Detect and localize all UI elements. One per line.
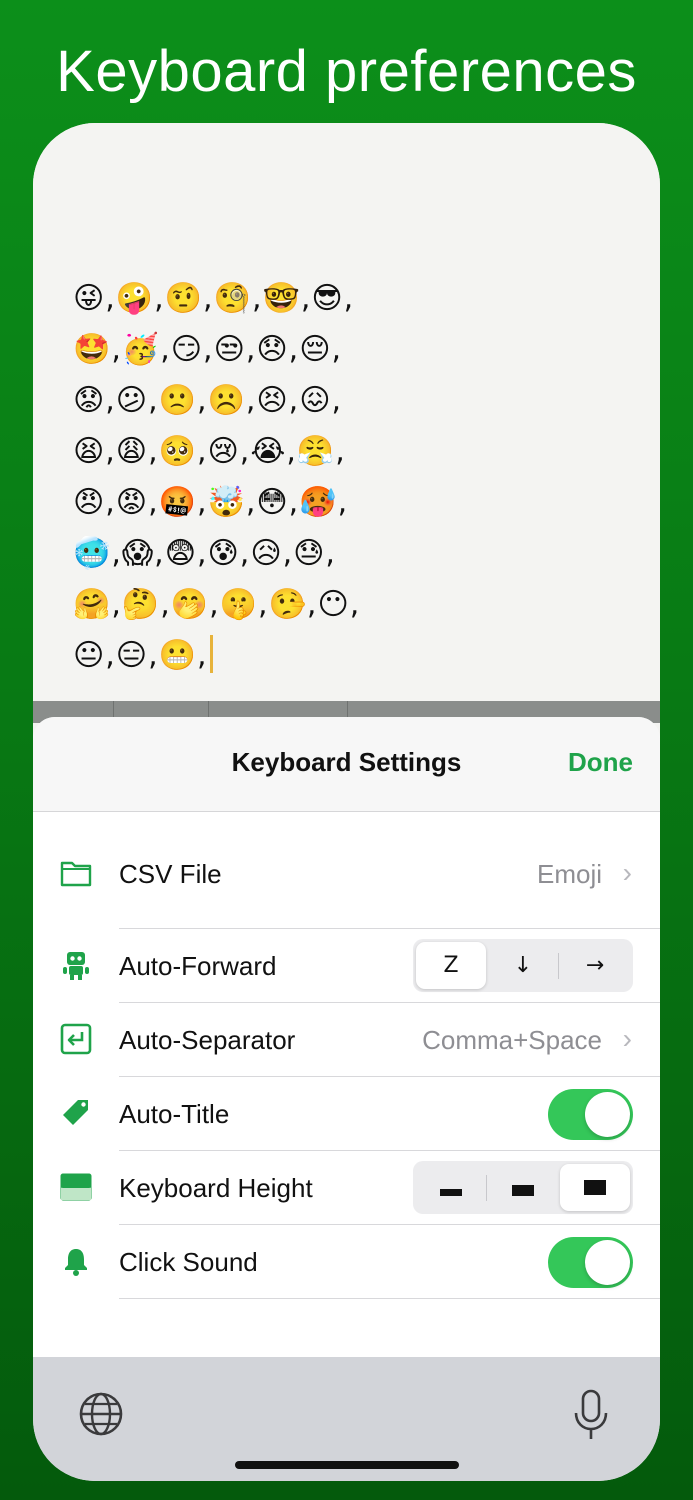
keyboard-height-small-option[interactable]: [416, 1164, 486, 1211]
emoji-text-content[interactable]: 😜,🤪,🤨,🧐,🤓,😎, 🤩,🥳,😏,😒,😞,😔, 😟,😕,🙁,☹️,😣,😖, …: [73, 273, 453, 681]
sheet-header: Keyboard Settings Done: [33, 717, 660, 812]
folder-icon: [60, 857, 92, 889]
auto-forward-option-z[interactable]: Z: [416, 942, 486, 989]
auto-title-toggle[interactable]: [548, 1089, 633, 1140]
auto-title-row: Auto-Title: [33, 1077, 660, 1150]
segment-divider: [558, 953, 559, 979]
auto-forward-label: Auto-Forward: [119, 951, 277, 981]
large-height-glyph: [584, 1180, 606, 1195]
csv-file-row[interactable]: CSV File Emoji ›: [33, 837, 660, 910]
click-sound-row: Click Sound: [33, 1225, 660, 1298]
sheet-title: Keyboard Settings: [231, 747, 462, 777]
auto-forward-option-down[interactable]: ↓: [488, 942, 558, 989]
keyboard-bottom-bar: [33, 1357, 660, 1481]
emoji-line: 🤗,🤔,🤭,🤫,🤥,😶,: [73, 587, 361, 622]
csv-file-label: CSV File: [119, 859, 222, 889]
toggle-knob: [585, 1092, 630, 1137]
segment-divider: [486, 1175, 487, 1201]
keyboard-height-segmented-control[interactable]: [413, 1161, 633, 1214]
csv-file-value: Emoji: [536, 859, 602, 889]
auto-separator-row[interactable]: Auto-Separator Comma+Space ›: [33, 1003, 660, 1076]
return-icon: [60, 1023, 92, 1055]
toggle-knob: [585, 1240, 630, 1285]
keyboard-height-label: Keyboard Height: [119, 1173, 313, 1203]
microphone-icon[interactable]: [573, 1389, 609, 1441]
text-cursor: [209, 635, 213, 673]
text-editor[interactable]: 😜,🤪,🤨,🧐,🤓,😎, 🤩,🥳,😏,😒,😞,😔, 😟,😕,🙁,☹️,😣,😖, …: [33, 123, 660, 723]
chevron-right-icon: ›: [622, 1023, 632, 1054]
home-indicator[interactable]: [235, 1461, 459, 1469]
chevron-right-icon: ›: [622, 857, 632, 888]
click-sound-toggle[interactable]: [548, 1237, 633, 1288]
keyboard-height-medium-option[interactable]: [488, 1164, 558, 1211]
auto-separator-label: Auto-Separator: [119, 1025, 296, 1055]
small-height-glyph: [440, 1189, 462, 1196]
globe-icon[interactable]: [78, 1391, 124, 1437]
divider: [119, 1298, 660, 1299]
done-button[interactable]: Done: [568, 747, 633, 778]
phone-screen: 😜,🤪,🤨,🧐,🤓,😎, 🤩,🥳,😏,😒,😞,😔, 😟,😕,🙁,☹️,😣,😖, …: [33, 123, 660, 1481]
keyboard-height-large-option[interactable]: [560, 1164, 630, 1211]
keyboard-height-icon: [60, 1171, 92, 1203]
robot-icon: [60, 949, 92, 981]
keyboard-height-row: Keyboard Height: [33, 1151, 660, 1224]
emoji-line: 😠,😡,🤬,🤯,😳,🥵,: [73, 485, 349, 520]
auto-forward-segmented-control[interactable]: Z ↓ →: [413, 939, 633, 992]
emoji-line-last: 😐,😑,😬,: [73, 630, 453, 681]
auto-title-label: Auto-Title: [119, 1099, 230, 1129]
emoji-line: 😐,😑,😬,: [73, 638, 208, 673]
emoji-line: 😟,😕,🙁,☹️,😣,😖,: [73, 383, 343, 418]
emoji-line: 🤩,🥳,😏,😒,😞,😔,: [73, 332, 343, 367]
auto-forward-option-right[interactable]: →: [560, 942, 630, 989]
auto-separator-value: Comma+Space: [422, 1025, 602, 1055]
auto-forward-row: Auto-Forward Z ↓ →: [33, 929, 660, 1002]
emoji-line: 🥶,😱,😨,😰,😥,😓,: [73, 536, 336, 571]
bell-icon: [60, 1245, 92, 1277]
medium-height-glyph: [512, 1185, 534, 1196]
click-sound-label: Click Sound: [119, 1247, 258, 1277]
emoji-line: 😜,🤪,🤨,🧐,🤓,😎,: [73, 281, 355, 316]
keyboard-settings-sheet: Keyboard Settings Done CSV File Emoji › …: [33, 717, 660, 1357]
headline: Keyboard preferences: [56, 39, 637, 104]
emoji-line: 😫,😩,🥺,😢,😭,😤,: [73, 434, 346, 469]
tag-icon: [60, 1097, 92, 1129]
